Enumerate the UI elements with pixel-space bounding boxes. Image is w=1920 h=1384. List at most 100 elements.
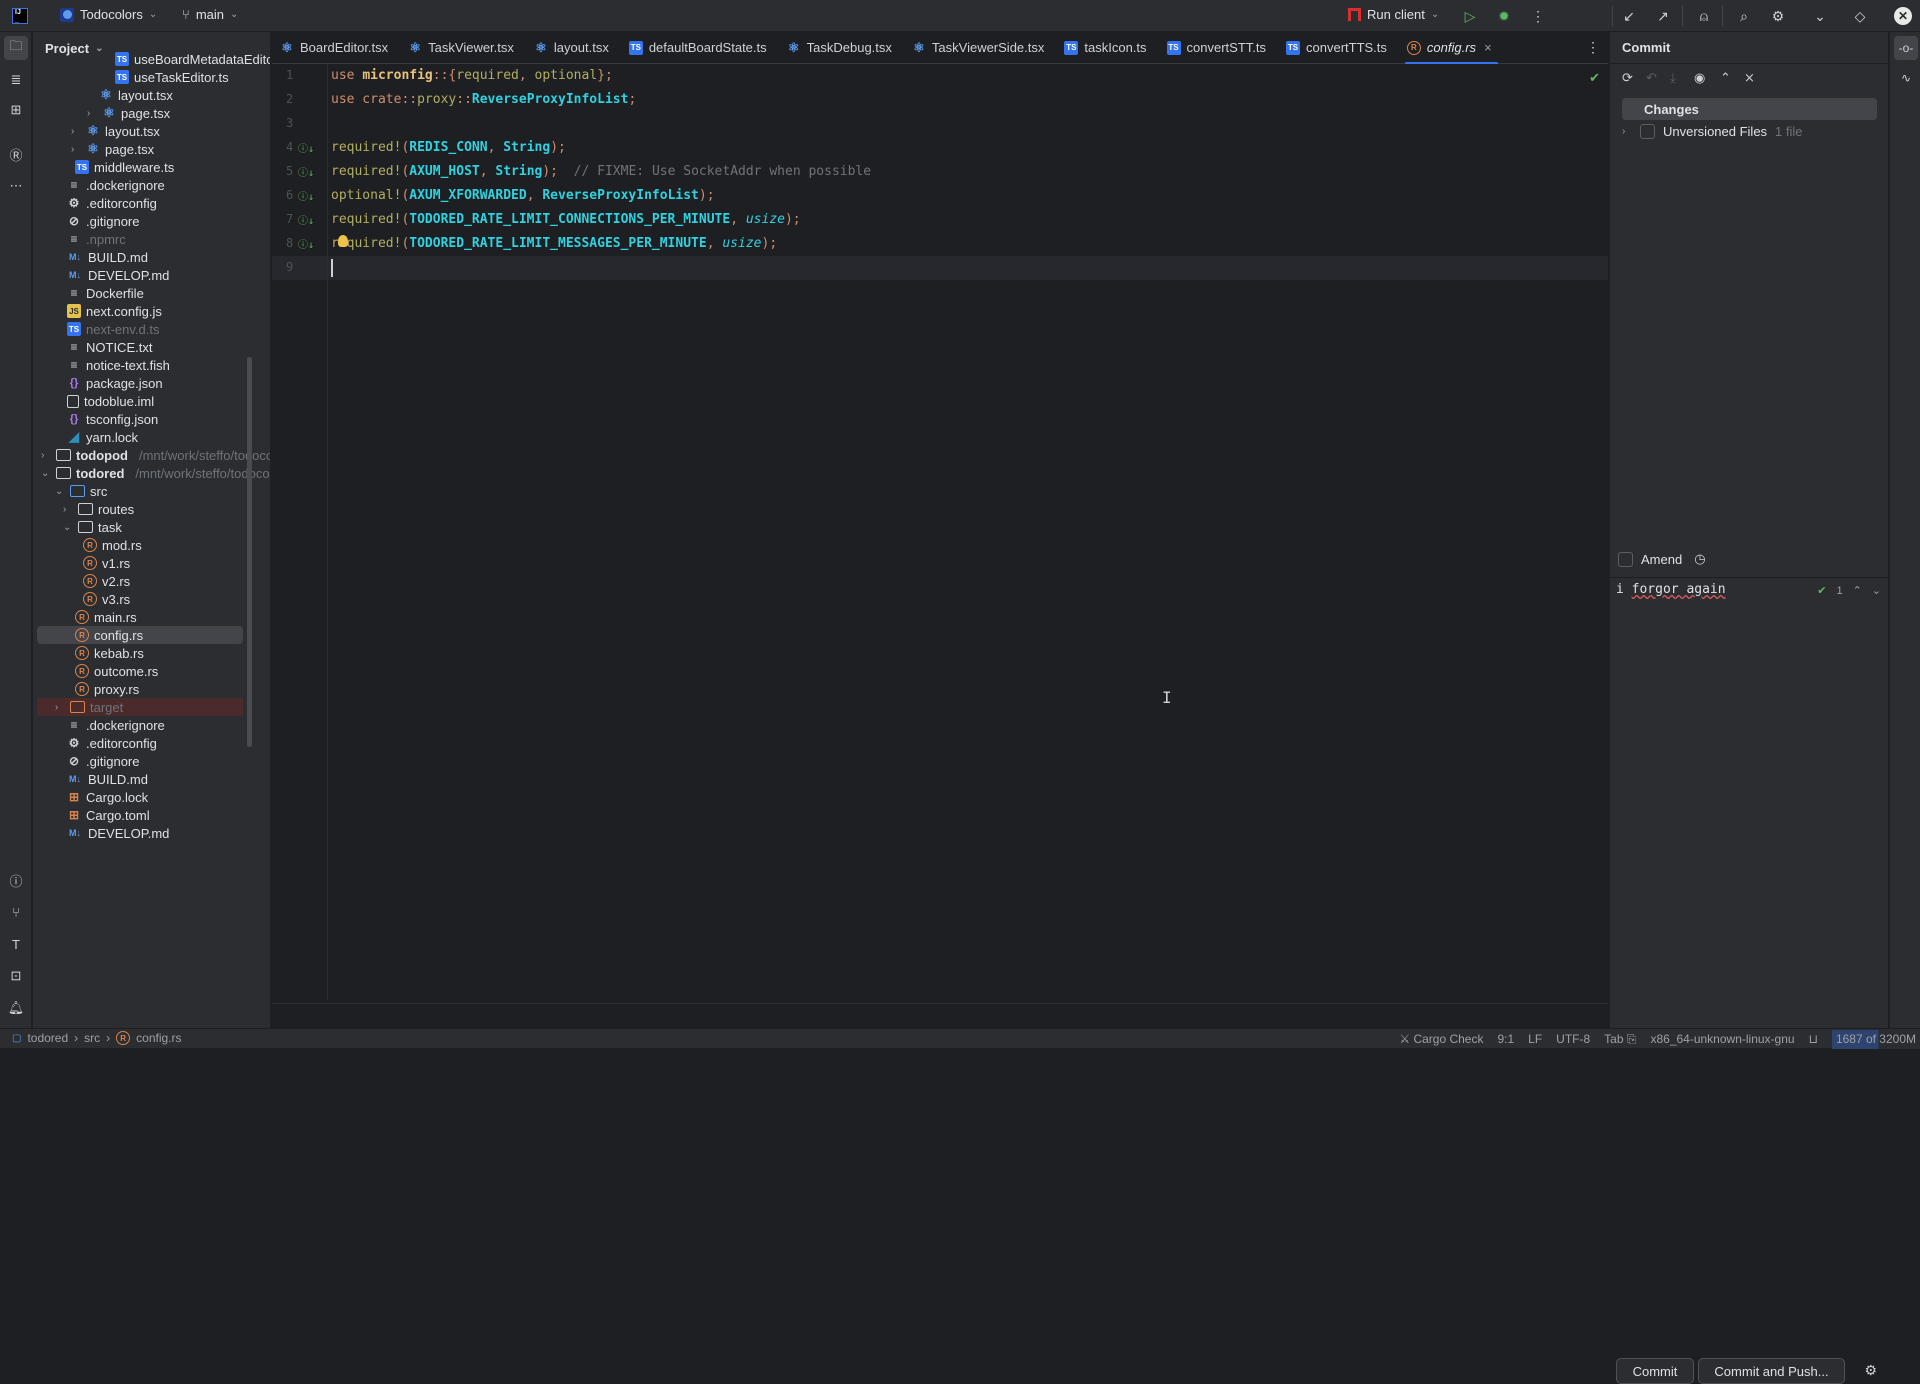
- tree-item[interactable]: ⌄todored/mnt/work/steffo/todocolors/todo…: [33, 464, 270, 482]
- commit-button[interactable]: Commit: [1616, 1358, 1694, 1384]
- project-folder-icon[interactable]: 🗀: [4, 36, 28, 60]
- commit-and-push-button[interactable]: Commit and Push...: [1698, 1358, 1845, 1384]
- view-options-eye-icon[interactable]: ◉: [1694, 70, 1705, 86]
- tree-item[interactable]: Rkebab.rs: [33, 644, 243, 662]
- cargo-check-widget[interactable]: ⚔ Cargo Check: [1399, 1032, 1483, 1046]
- editor-tab[interactable]: TS defaultBoardState.ts: [621, 32, 779, 64]
- tree-item[interactable]: M↓ DEVELOP.md: [33, 266, 243, 284]
- more-tools-icon[interactable]: ⋯: [4, 174, 28, 198]
- tree-item[interactable]: JS next.config.js: [33, 302, 243, 320]
- macro-expand-gutter-icon[interactable]: ⓘ↓: [298, 188, 314, 204]
- memory-indicator[interactable]: 1687 of 3200M: [1831, 1029, 1920, 1049]
- chevron-down-icon[interactable]: ⌄: [63, 522, 73, 533]
- tree-item[interactable]: TS useBoardMetadataEditor.ts: [33, 50, 270, 68]
- caret-position[interactable]: 9:1: [1497, 1032, 1514, 1046]
- database-icon[interactable]: ≣: [4, 68, 28, 92]
- unversioned-files-checkbox[interactable]: [1640, 123, 1655, 139]
- tree-item[interactable]: Rmod.rs: [33, 536, 243, 554]
- code-line[interactable]: optional!(AXUM_XFORWARDED, ReverseProxyI…: [331, 184, 715, 208]
- tree-item[interactable]: › ⚛ page.tsx: [33, 140, 243, 158]
- tree-item[interactable]: Rproxy.rs: [33, 680, 243, 698]
- tree-item[interactable]: ⚙ .editorconfig: [33, 194, 243, 212]
- code-line[interactable]: required!(TODORED_RATE_LIMIT_CONNECTIONS…: [331, 208, 801, 232]
- tree-item[interactable]: ≡ notice-text.fish: [33, 356, 243, 374]
- macro-expand-gutter-icon[interactable]: ⓘ↓: [298, 212, 314, 228]
- structure-icon[interactable]: ⊞: [4, 98, 28, 122]
- chevron-right-icon[interactable]: ›: [41, 450, 51, 461]
- indent-setting[interactable]: Tab ⎘: [1604, 1032, 1636, 1047]
- tree-item[interactable]: TS useTaskEditor.ts: [33, 68, 243, 86]
- rollback-icon[interactable]: ↶: [1646, 70, 1657, 86]
- commit-history-clock-icon[interactable]: ◷: [1694, 551, 1705, 567]
- tree-item[interactable]: ⊞ Cargo.lock: [33, 788, 243, 806]
- tree-item[interactable]: ›todopod/mnt/work/steffo/todocolors/todo…: [33, 446, 270, 464]
- problems-icon[interactable]: ⓘ: [4, 868, 28, 892]
- editor-tab[interactable]: ⚛ TaskViewerSide.tsx: [904, 32, 1056, 64]
- tree-item[interactable]: Rconfig.rs: [37, 626, 243, 644]
- notifications-bell-icon[interactable]: 🔔︎: [4, 996, 28, 1020]
- tree-item[interactable]: todoblue.iml: [33, 392, 243, 410]
- tree-item[interactable]: ◢ yarn.lock: [33, 428, 243, 446]
- tree-item[interactable]: Rv3.rs: [33, 590, 243, 608]
- build-hammer-icon[interactable]: T: [4, 932, 28, 956]
- tree-item[interactable]: ⚙ .editorconfig: [33, 734, 243, 752]
- search-icon[interactable]: ⌕: [1734, 6, 1754, 26]
- project-selector[interactable]: Todocolors ⌄: [60, 7, 157, 22]
- code-line[interactable]: required!(REDIS_CONN, String);: [331, 136, 566, 160]
- refresh-icon[interactable]: ⟳: [1622, 70, 1633, 86]
- vcs-update-icon[interactable]: ↙: [1619, 6, 1639, 26]
- tree-item[interactable]: ≡ Dockerfile: [33, 284, 243, 302]
- rust-icon[interactable]: Ⓡ: [4, 142, 28, 166]
- chevron-right-icon[interactable]: ›: [63, 504, 73, 515]
- tree-item[interactable]: ⌄ src: [33, 482, 243, 500]
- expand-all-icon[interactable]: ⌃: [1720, 70, 1731, 86]
- editor-tab[interactable]: ⚛ TaskDebug.tsx: [779, 32, 904, 64]
- tree-item[interactable]: ≡ .dockerignore: [33, 716, 243, 734]
- commit-tool-icon[interactable]: -o-: [1894, 36, 1918, 60]
- code-editor[interactable]: 1 2 3 4 ⓘ↓ 5 ⓘ↓ 6 ⓘ↓ 7 ⓘ↓ 8 ⓘ↓ 9 use micronfig::{requ…: [272, 64, 1608, 1000]
- chevron-down-icon[interactable]: ⌄: [1810, 6, 1830, 26]
- previous-problem-icon[interactable]: ⌃: [1853, 584, 1862, 597]
- tree-item[interactable]: ⊞ Cargo.toml: [33, 806, 243, 824]
- tree-item[interactable]: TS next-env.d.ts: [33, 320, 243, 338]
- breadcrumb-item[interactable]: todored: [27, 1031, 68, 1045]
- file-encoding[interactable]: UTF-8: [1556, 1032, 1590, 1046]
- tree-item[interactable]: ≡ .dockerignore: [33, 176, 243, 194]
- run-icon[interactable]: ▷: [1460, 6, 1480, 26]
- editor-tab[interactable]: ⚛ BoardEditor.tsx: [272, 32, 400, 64]
- code-line[interactable]: required!(TODORED_RATE_LIMIT_MESSAGES_PE…: [331, 232, 777, 256]
- tree-item[interactable]: ≡ .npmrc: [33, 230, 243, 248]
- add-user-icon[interactable]: ⍝: [1694, 6, 1714, 26]
- breadcrumb-item[interactable]: src: [84, 1031, 100, 1045]
- chevron-right-icon[interactable]: ›: [55, 702, 65, 713]
- tree-item[interactable]: ⊘ .gitignore: [33, 752, 243, 770]
- chevron-right-icon[interactable]: ›: [1622, 126, 1632, 137]
- git-icon[interactable]: ⑂: [4, 900, 28, 924]
- close-window-button[interactable]: ✕: [1894, 7, 1912, 25]
- next-problem-icon[interactable]: ⌄: [1872, 584, 1881, 597]
- tree-item[interactable]: {} tsconfig.json: [33, 410, 243, 428]
- editor-tab[interactable]: TS convertTTS.ts: [1278, 32, 1399, 64]
- editor-tab[interactable]: ⚛ TaskViewer.tsx: [400, 32, 526, 64]
- tree-item[interactable]: ⊘ .gitignore: [33, 212, 243, 230]
- chevron-down-icon[interactable]: ⌄: [41, 468, 51, 479]
- project-tree-scrollbar[interactable]: [247, 357, 252, 747]
- chevron-right-icon[interactable]: ›: [71, 144, 81, 155]
- branch-selector[interactable]: ⑂ main ⌄: [182, 7, 238, 22]
- tree-item[interactable]: › target: [37, 698, 243, 716]
- editor-tab[interactable]: TS taskIcon.ts: [1056, 32, 1158, 64]
- tree-item[interactable]: M↓ BUILD.md: [33, 770, 243, 788]
- code-line[interactable]: use crate::proxy::ReverseProxyInfoList;: [331, 88, 636, 112]
- chevron-right-icon[interactable]: ›: [87, 108, 97, 119]
- close-tab-icon[interactable]: ×: [1484, 40, 1492, 55]
- code-line[interactable]: required!(AXUM_HOST, String); // FIXME: …: [331, 160, 871, 184]
- commit-message-text[interactable]: i forgor again: [1616, 582, 1726, 597]
- readonly-unlock-icon[interactable]: ⊔: [1809, 1032, 1818, 1046]
- diamond-icon[interactable]: ◇: [1850, 6, 1870, 26]
- tree-item[interactable]: › routes: [33, 500, 243, 518]
- code-line[interactable]: use micronfig::{required, optional};: [331, 64, 613, 88]
- shelve-icon[interactable]: ⤓: [1670, 70, 1676, 86]
- vcs-push-icon[interactable]: ↗: [1653, 6, 1673, 26]
- breadcrumb-item[interactable]: config.rs: [136, 1031, 181, 1045]
- collapse-all-icon[interactable]: ⨯: [1744, 70, 1755, 86]
